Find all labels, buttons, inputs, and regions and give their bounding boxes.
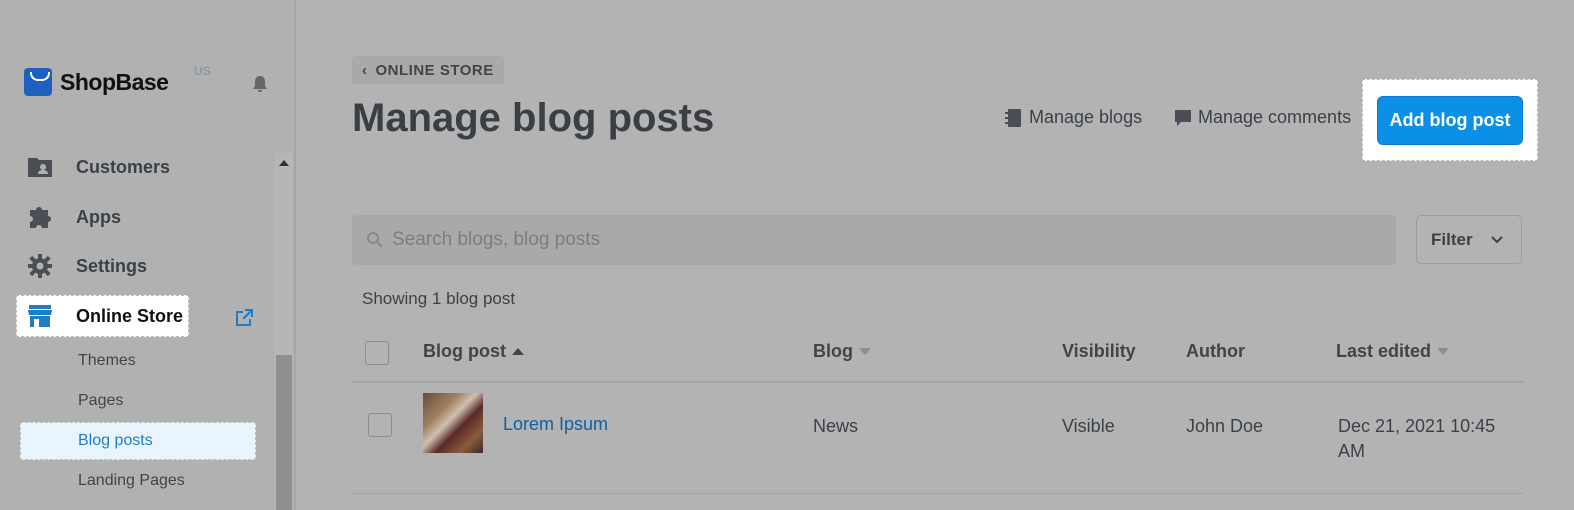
page-title: Manage blog posts — [352, 96, 715, 140]
column-header-label: Last edited — [1336, 341, 1432, 361]
post-visibility: Visible — [1062, 416, 1115, 436]
shopbase-bag-icon — [24, 68, 52, 96]
search-bar[interactable] — [352, 215, 1396, 265]
logo-text: ShopBase — [60, 68, 169, 95]
sidebar-item-settings[interactable]: Settings — [26, 249, 147, 283]
post-title-link[interactable]: Lorem Ipsum — [503, 414, 608, 435]
external-link-icon[interactable] — [233, 307, 255, 329]
column-header-blog-post[interactable]: Blog post — [423, 341, 524, 362]
sidebar-subitem-landing-pages[interactable]: Landing Pages — [78, 472, 185, 490]
sidebar-item-apps[interactable]: Apps — [26, 200, 121, 234]
sidebar-item-label: Apps — [76, 206, 121, 227]
search-input[interactable] — [390, 228, 1294, 252]
row-checkbox[interactable] — [368, 413, 392, 437]
add-blog-post-button[interactable]: Add blog post — [1377, 96, 1523, 145]
column-header-blog[interactable]: Blog — [813, 341, 871, 362]
breadcrumb-label: ONLINE STORE — [375, 61, 494, 79]
sidebar-item-label: Online Store — [76, 305, 184, 326]
sidebar-subitem-blog-posts[interactable]: Blog posts — [78, 432, 153, 450]
bell-icon[interactable] — [250, 74, 270, 94]
chevron-down-icon — [1490, 235, 1503, 243]
filter-button[interactable]: Filter — [1416, 215, 1522, 264]
column-header-label: Blog — [813, 341, 853, 361]
column-header-author: Author — [1186, 341, 1245, 362]
logo-region: US — [194, 64, 211, 78]
sidebar-scroll-thumb[interactable] — [276, 355, 292, 510]
column-header-visibility: Visibility — [1062, 341, 1136, 362]
breadcrumb[interactable]: ‹ ONLINE STORE — [352, 56, 504, 84]
post-author: John Doe — [1186, 416, 1264, 436]
results-count: Showing 1 blog post — [362, 289, 516, 308]
column-header-label: Author — [1186, 341, 1245, 361]
select-all-checkbox[interactable] — [365, 341, 389, 365]
search-icon — [367, 232, 383, 248]
table-row-divider — [352, 493, 1523, 494]
notebook-icon — [1005, 108, 1021, 127]
post-thumbnail[interactable] — [423, 393, 483, 453]
shopbase-logo[interactable]: ShopBase US — [24, 64, 211, 96]
sidebar-subitem-pages[interactable]: Pages — [78, 392, 123, 410]
chevron-left-icon: ‹ — [362, 61, 368, 79]
sidebar-item-label: Settings — [76, 255, 148, 276]
store-icon — [26, 302, 54, 330]
post-blog: News — [813, 416, 859, 436]
manage-blogs-label: Manage blogs — [1029, 107, 1143, 127]
sidebar: ShopBase US Customers Apps Settings Onli… — [0, 0, 296, 510]
filter-label: Filter — [1431, 229, 1473, 249]
table-header-divider — [352, 381, 1523, 383]
scroll-up-icon[interactable] — [279, 160, 289, 166]
post-last-edited: Dec 21, 2021 10:45 — [1338, 416, 1496, 436]
column-header-label: Blog post — [423, 341, 506, 361]
manage-comments-button[interactable]: Manage comments — [1174, 107, 1351, 128]
customers-icon — [26, 153, 54, 181]
puzzle-icon — [26, 203, 54, 231]
sidebar-item-online-store[interactable]: Online Store — [26, 299, 183, 333]
manage-blogs-button[interactable]: Manage blogs — [1005, 107, 1142, 128]
sidebar-item-customers[interactable]: Customers — [26, 150, 170, 184]
gear-icon — [26, 252, 54, 280]
manage-comments-label: Manage comments — [1198, 107, 1352, 127]
column-header-label: Visibility — [1062, 341, 1136, 361]
sidebar-subitem-themes[interactable]: Themes — [78, 352, 136, 370]
comment-icon — [1175, 109, 1191, 126]
sort-descending-icon — [1437, 348, 1450, 355]
post-last-edited-time: AM — [1338, 441, 1365, 461]
column-header-last-edited[interactable]: Last edited — [1336, 341, 1450, 362]
sidebar-item-label: Customers — [76, 156, 171, 177]
sort-descending-icon — [859, 348, 871, 355]
sort-ascending-icon — [512, 348, 524, 355]
